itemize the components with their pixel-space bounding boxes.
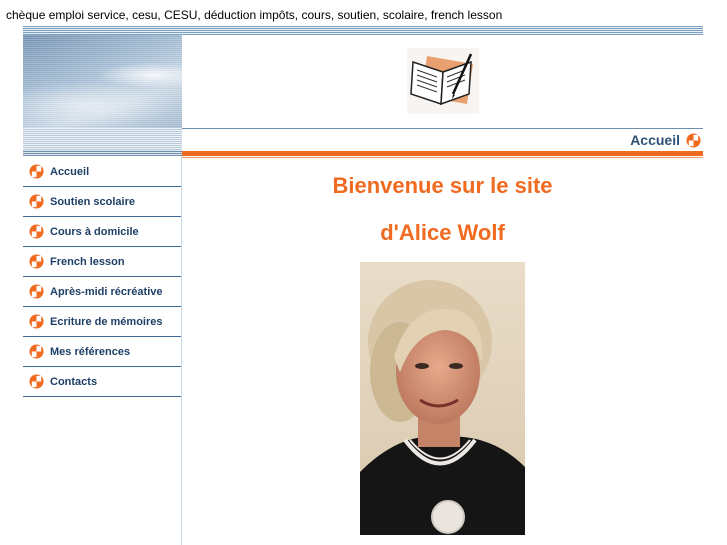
nav-item-soutien-scolaire[interactable]: Soutien scolaire	[23, 187, 181, 217]
orange-quadrant-bullet-icon	[29, 284, 44, 299]
nav-item-label[interactable]: Ecriture de mémoires	[50, 316, 163, 328]
nav-item-cours-a-domicile[interactable]: Cours à domicile	[23, 217, 181, 247]
header-top-stripe	[23, 26, 703, 35]
nav-item-label[interactable]: Accueil	[50, 166, 89, 178]
nav-item-french-lesson[interactable]: French lesson	[23, 247, 181, 277]
open-book-logo-icon	[407, 48, 479, 114]
nav-item-label[interactable]: French lesson	[50, 256, 125, 268]
nav-item-label[interactable]: Soutien scolaire	[50, 196, 135, 208]
orange-quadrant-bullet-icon	[29, 164, 44, 179]
nav-item-mes-references[interactable]: Mes références	[23, 337, 181, 367]
welcome-subheading: d'Alice Wolf	[380, 220, 505, 245]
nav-item-accueil[interactable]: Accueil	[23, 157, 181, 187]
nav-item-label[interactable]: Après-midi récréative	[50, 286, 163, 298]
header-divider	[182, 128, 703, 129]
meta-keywords-text: chèque emploi service, cesu, CESU, déduc…	[6, 8, 503, 22]
accent-bar	[182, 151, 703, 156]
orange-quadrant-bullet-icon	[29, 374, 44, 389]
nav-item-label[interactable]: Cours à domicile	[50, 226, 139, 238]
header-left-band	[23, 128, 182, 150]
accent-bar-thin	[182, 157, 703, 158]
nav-item-contacts[interactable]: Contacts	[23, 367, 181, 397]
page-heading: Accueil	[630, 132, 701, 148]
portrait-photo	[360, 262, 525, 535]
page-title: Accueil	[630, 132, 680, 148]
nav-item-label[interactable]: Mes références	[50, 346, 130, 358]
orange-quadrant-bullet-icon	[29, 194, 44, 209]
sidebar-nav: Accueil Soutien scolaire Cours à domicil…	[23, 157, 181, 397]
nav-item-apres-midi-recreative[interactable]: Après-midi récréative	[23, 277, 181, 307]
orange-quadrant-bullet-icon	[29, 224, 44, 239]
orange-quadrant-bullet-icon	[686, 132, 701, 148]
header-banner-image	[23, 35, 182, 128]
orange-quadrant-bullet-icon	[29, 344, 44, 359]
welcome-heading: Bienvenue sur le site	[332, 173, 553, 198]
orange-quadrant-bullet-icon	[29, 314, 44, 329]
nav-item-label[interactable]: Contacts	[50, 376, 97, 388]
nav-item-ecriture-de-memoires[interactable]: Ecriture de mémoires	[23, 307, 181, 337]
orange-quadrant-bullet-icon	[29, 254, 44, 269]
